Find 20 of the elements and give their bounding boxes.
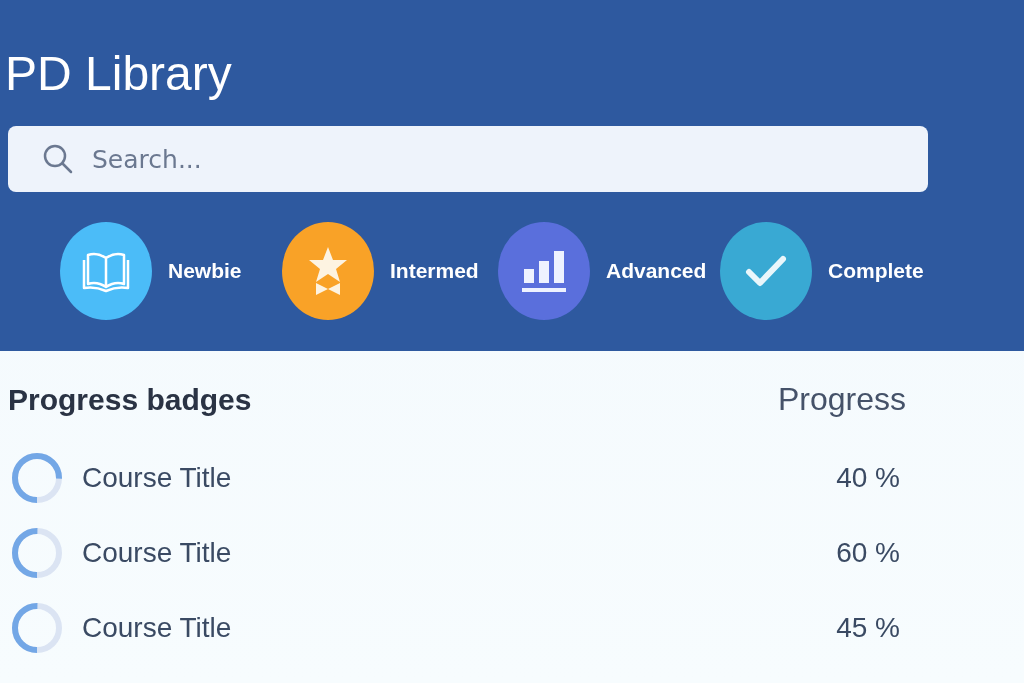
- progress-percent: 60 %: [836, 536, 900, 569]
- search-field[interactable]: Search...: [8, 126, 928, 192]
- progress-ring: [10, 450, 64, 505]
- column-header: Progress: [777, 381, 906, 418]
- progress-percent: 40 %: [836, 461, 900, 494]
- progress-ring: [10, 600, 64, 655]
- badge-label: Intermed: [390, 259, 479, 283]
- badge-label: Advanced: [606, 259, 707, 283]
- section-title: Progress badges: [8, 382, 252, 417]
- course-title: Course Title: [82, 611, 233, 644]
- badge-label: Newbie: [168, 259, 242, 283]
- course-title: Course Title: [82, 461, 233, 494]
- course-title: Course Title: [82, 536, 233, 569]
- progress-ring: [10, 525, 64, 580]
- progress-percent: 45 %: [836, 611, 900, 644]
- app-title: PD Library: [5, 46, 233, 102]
- bar-chart-icon: [520, 249, 568, 293]
- check-icon: [744, 253, 788, 289]
- search-icon: [42, 143, 74, 175]
- badge-label: Complete: [828, 259, 924, 283]
